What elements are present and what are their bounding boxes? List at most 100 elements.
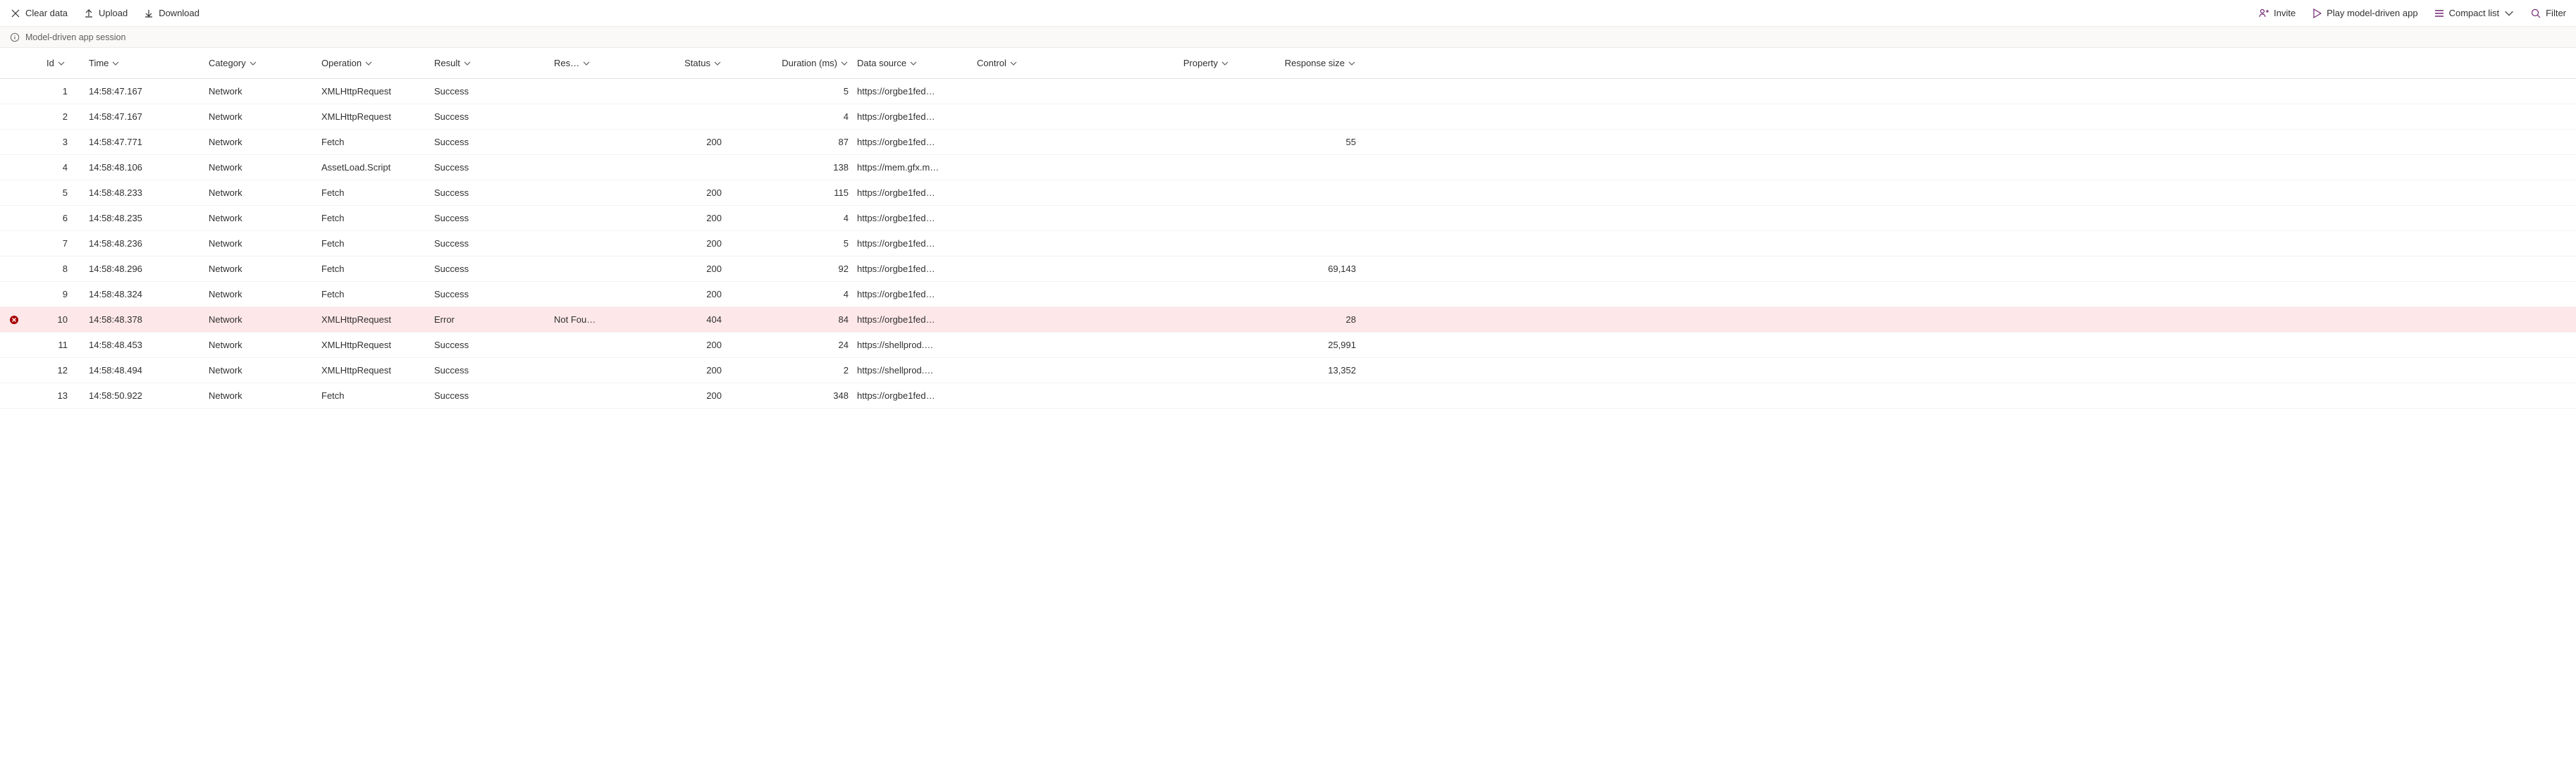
table-row[interactable]: 1014:58:48.378NetworkXMLHttpRequestError… — [0, 307, 2576, 333]
cell-id: 12 — [28, 365, 85, 376]
cell-time: 14:58:48.233 — [85, 187, 204, 198]
cell-data-source: https://orgbe1fed… — [853, 264, 973, 274]
cell-result: Success — [430, 340, 550, 350]
chevron-down-icon — [364, 59, 373, 68]
cell-status: 200 — [627, 187, 726, 198]
table-row[interactable]: 314:58:47.771NetworkFetchSuccess20087htt… — [0, 130, 2576, 155]
chevron-down-icon — [111, 59, 120, 68]
col-header-operation[interactable]: Operation — [317, 58, 430, 68]
cell-id: 7 — [28, 238, 85, 249]
table-row[interactable]: 1314:58:50.922NetworkFetchSuccess200348h… — [0, 383, 2576, 409]
cell-operation: Fetch — [317, 289, 430, 299]
cell-duration: 92 — [726, 264, 853, 274]
view-mode-dropdown[interactable]: Compact list — [2434, 8, 2515, 19]
table-row[interactable]: 114:58:47.167NetworkXMLHttpRequestSucces… — [0, 79, 2576, 104]
download-button[interactable]: Download — [143, 8, 199, 19]
cell-category: Network — [204, 187, 317, 198]
table-row[interactable]: 514:58:48.233NetworkFetchSuccess200115ht… — [0, 180, 2576, 206]
col-header-result[interactable]: Result — [430, 58, 550, 68]
cell-result: Success — [430, 365, 550, 376]
cell-duration: 5 — [726, 238, 853, 249]
cell-duration: 348 — [726, 390, 853, 401]
toolbar-right: Invite Play model-driven app Compact lis… — [2258, 8, 2566, 19]
cell-result: Error — [430, 314, 550, 325]
cell-data-source: https://shellprod.… — [853, 365, 973, 376]
cell-status: 200 — [627, 340, 726, 350]
table-row[interactable]: 914:58:48.324NetworkFetchSuccess2004http… — [0, 282, 2576, 307]
table-row[interactable]: 814:58:48.296NetworkFetchSuccess20092htt… — [0, 256, 2576, 282]
col-header-status[interactable]: Status — [627, 58, 726, 68]
chevron-down-icon — [840, 59, 849, 68]
col-header-result-reason[interactable]: Res… — [550, 58, 627, 68]
cell-operation: Fetch — [317, 187, 430, 198]
filter-button[interactable]: Filter — [2530, 8, 2566, 19]
filter-label: Filter — [2546, 8, 2566, 18]
table-row[interactable]: 414:58:48.106NetworkAssetLoad.ScriptSucc… — [0, 155, 2576, 180]
cell-operation: AssetLoad.Script — [317, 162, 430, 173]
cell-duration: 87 — [726, 137, 853, 147]
cell-result: Success — [430, 264, 550, 274]
cell-duration: 24 — [726, 340, 853, 350]
upload-button[interactable]: Upload — [83, 8, 128, 19]
cell-data-source: https://orgbe1fed… — [853, 137, 973, 147]
col-label: Status — [684, 58, 710, 68]
cell-result: Success — [430, 390, 550, 401]
cell-time: 14:58:48.106 — [85, 162, 204, 173]
col-header-category[interactable]: Category — [204, 58, 317, 68]
col-header-time[interactable]: Time — [85, 58, 204, 68]
col-header-property[interactable]: Property — [1092, 58, 1233, 68]
cell-status: 200 — [627, 213, 726, 223]
col-header-control[interactable]: Control — [973, 58, 1092, 68]
cell-data-source: https://orgbe1fed… — [853, 390, 973, 401]
col-header-data-source[interactable]: Data source — [853, 58, 973, 68]
table-row[interactable]: 614:58:48.235NetworkFetchSuccess2004http… — [0, 206, 2576, 231]
chevron-down-icon — [2503, 8, 2515, 19]
cell-category: Network — [204, 86, 317, 97]
col-label: Result — [434, 58, 460, 68]
col-label: Res… — [554, 58, 579, 68]
cell-data-source: https://shellprod.… — [853, 340, 973, 350]
cell-category: Network — [204, 289, 317, 299]
table-row[interactable]: 1214:58:48.494NetworkXMLHttpRequestSucce… — [0, 358, 2576, 383]
cell-status: 200 — [627, 264, 726, 274]
cell-duration: 5 — [726, 86, 853, 97]
cell-id: 1 — [28, 86, 85, 97]
play-button[interactable]: Play model-driven app — [2311, 8, 2417, 19]
cell-response-size: 28 — [1233, 314, 1360, 325]
cell-operation: Fetch — [317, 137, 430, 147]
cell-time: 14:58:48.378 — [85, 314, 204, 325]
cell-id: 4 — [28, 162, 85, 173]
cell-data-source: https://orgbe1fed… — [853, 86, 973, 97]
cell-result: Success — [430, 162, 550, 173]
cell-category: Network — [204, 137, 317, 147]
col-header-id[interactable]: Id — [28, 58, 85, 68]
table-row[interactable]: 714:58:48.236NetworkFetchSuccess2005http… — [0, 231, 2576, 256]
chevron-down-icon — [463, 59, 472, 68]
invite-button[interactable]: Invite — [2258, 8, 2295, 19]
table-row[interactable]: 214:58:47.167NetworkXMLHttpRequestSucces… — [0, 104, 2576, 130]
cell-operation: Fetch — [317, 390, 430, 401]
grid-body: 114:58:47.167NetworkXMLHttpRequestSucces… — [0, 79, 2576, 409]
table-row[interactable]: 1114:58:48.453NetworkXMLHttpRequestSucce… — [0, 333, 2576, 358]
chevron-down-icon — [1221, 59, 1229, 68]
cell-status: 200 — [627, 238, 726, 249]
cell-data-source: https://orgbe1fed… — [853, 213, 973, 223]
chevron-down-icon — [249, 59, 257, 68]
cell-result: Success — [430, 187, 550, 198]
col-label: Control — [977, 58, 1006, 68]
cell-status: 200 — [627, 390, 726, 401]
cell-status: 404 — [627, 314, 726, 325]
cell-duration: 2 — [726, 365, 853, 376]
cell-id: 9 — [28, 289, 85, 299]
col-header-response-size[interactable]: Response size — [1233, 58, 1360, 68]
chevron-down-icon — [909, 59, 918, 68]
list-icon — [2434, 8, 2445, 19]
cell-response-size: 13,352 — [1233, 365, 1360, 376]
cell-data-source: https://mem.gfx.m… — [853, 162, 973, 173]
cell-status: 200 — [627, 365, 726, 376]
col-header-duration[interactable]: Duration (ms) — [726, 58, 853, 68]
cell-duration: 4 — [726, 289, 853, 299]
cell-id: 3 — [28, 137, 85, 147]
clear-data-button[interactable]: Clear data — [10, 8, 68, 19]
cell-time: 14:58:48.236 — [85, 238, 204, 249]
